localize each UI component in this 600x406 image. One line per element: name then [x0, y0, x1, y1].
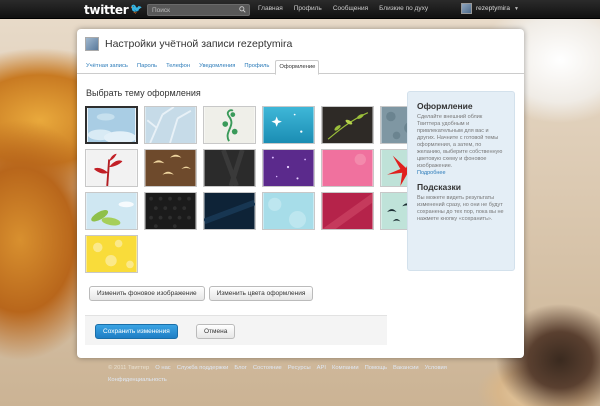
footer-link-status[interactable]: Состояние [253, 365, 282, 371]
theme-thumb-sparkle[interactable] [262, 106, 315, 144]
theme-grid [85, 106, 433, 273]
save-button[interactable]: Сохранить изменения [95, 324, 178, 339]
theme-thumb-birds-brown[interactable] [144, 149, 197, 187]
change-background-button[interactable]: Изменить фоновое изображение [89, 286, 205, 301]
tab-mobile[interactable]: Телефон [163, 60, 193, 74]
help-sidebar: Оформление Сделайте внешний облик Твитте… [407, 91, 515, 271]
theme-thumb-clouds[interactable] [85, 106, 138, 144]
theme-thumb-green-leaves[interactable] [85, 192, 138, 230]
change-colors-button[interactable]: Изменить цвета оформления [208, 286, 314, 301]
twitter-logo[interactable]: twitter 🐦 [84, 2, 143, 17]
nav-home[interactable]: Главная [258, 5, 283, 12]
hints-title: Подсказки [417, 182, 461, 192]
theme-thumb-vines[interactable] [203, 106, 256, 144]
form-actions: Сохранить изменения Отмена [85, 315, 387, 345]
theme-thumb-pink[interactable] [321, 149, 374, 187]
design-help-title: Оформление [417, 101, 473, 111]
footer-link-api[interactable]: API [317, 365, 326, 371]
footer-link-resources[interactable]: Ресурсы [288, 365, 311, 371]
theme-thumb-navy[interactable] [203, 192, 256, 230]
tab-design[interactable]: Оформление [275, 60, 320, 75]
settings-panel: Настройки учётной записи rezeptymira Учё… [77, 29, 524, 358]
cancel-button[interactable]: Отмена [196, 324, 236, 339]
top-bar: twitter 🐦 Поиск Главная Профиль Сообщени… [0, 0, 600, 19]
avatar [461, 3, 472, 14]
search-icon[interactable] [239, 6, 246, 13]
footer-link-help[interactable]: Помощь [365, 365, 387, 371]
tab-notifications[interactable]: Уведомления [196, 60, 238, 74]
chevron-down-icon: ▼ [513, 5, 519, 12]
search-placeholder: Поиск [152, 7, 171, 14]
footer-link-help-center[interactable]: Служба поддержки [177, 365, 229, 371]
nav-who-to-follow[interactable]: Близкие по духу [379, 5, 428, 12]
theme-thumb-yellow-floral[interactable] [85, 235, 138, 273]
theme-thumb-purple-stars[interactable] [262, 149, 315, 187]
nav-profile[interactable]: Профиль [294, 5, 322, 12]
account-menu[interactable]: rezeptymira ▼ [461, 3, 519, 14]
tab-profile[interactable]: Профиль [241, 60, 272, 74]
theme-thumb-leaves-dark[interactable] [321, 106, 374, 144]
theme-thumb-crimson[interactable] [321, 192, 374, 230]
copyright: © 2011 Твиттер [108, 365, 150, 371]
theme-thumb-branches[interactable] [144, 106, 197, 144]
footer-link-blog[interactable]: Блог [234, 365, 247, 371]
account-username: rezeptymira [476, 5, 510, 12]
page-title: Настройки учётной записи rezeptymira [105, 38, 293, 50]
footer-link-business[interactable]: Компании [332, 365, 359, 371]
footer-link-privacy[interactable]: Конфиденциальность [108, 377, 167, 383]
avatar [85, 37, 99, 51]
main-nav: Главная Профиль Сообщения Близкие по дух… [258, 5, 428, 12]
page-footer: © 2011 Твиттер О нас Служба поддержки Бл… [108, 365, 508, 383]
search-input[interactable]: Поиск [147, 4, 250, 16]
tab-password[interactable]: Пароль [134, 60, 160, 74]
footer-link-terms[interactable]: Условия [425, 365, 447, 371]
theme-thumb-red-plant[interactable] [85, 149, 138, 187]
learn-more-link[interactable]: Подробнее [417, 170, 505, 176]
panel-header: Настройки учётной записи rezeptymira [85, 37, 292, 51]
settings-tabs: Учётная запись Пароль Телефон Уведомлени… [77, 60, 524, 75]
tab-account[interactable]: Учётная запись [83, 60, 131, 74]
hints-text: Вы можете видеть результаты изменений ср… [417, 195, 504, 222]
bird-icon: 🐦 [130, 4, 143, 15]
footer-link-about[interactable]: О нас [155, 365, 170, 371]
design-actions: Изменить фоновое изображение Изменить цв… [89, 286, 314, 301]
section-title: Выбрать тему оформления [86, 88, 201, 98]
logo-text: twitter [84, 2, 129, 17]
theme-thumb-dark-grunge[interactable] [203, 149, 256, 187]
footer-link-jobs[interactable]: Вакансии [393, 365, 419, 371]
theme-thumb-light-blue[interactable] [262, 192, 315, 230]
nav-messages[interactable]: Сообщения [333, 5, 368, 12]
theme-thumb-black-pattern[interactable] [144, 192, 197, 230]
design-help-text: Сделайте внешний облик Твиттера удобным … [417, 114, 503, 169]
